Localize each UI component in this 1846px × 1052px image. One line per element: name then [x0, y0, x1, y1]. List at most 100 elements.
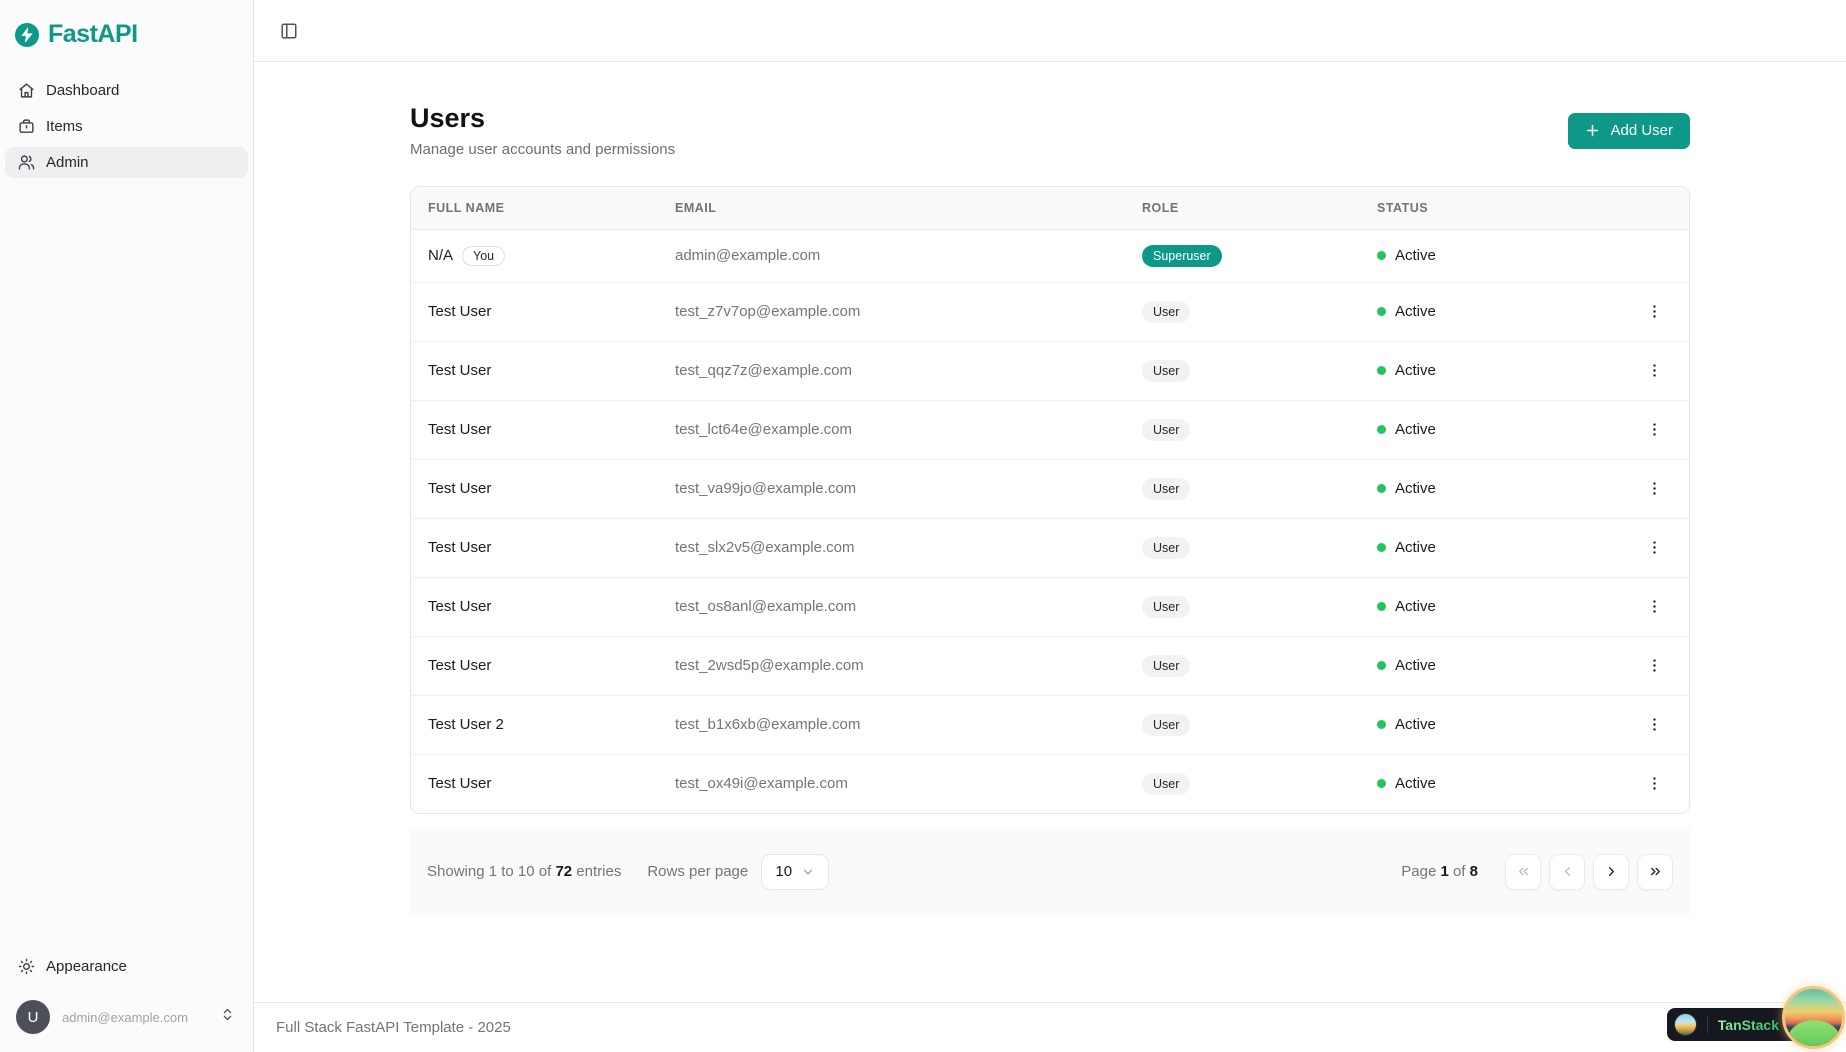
- table-row: Test User test_z7v7op@example.com User A…: [411, 282, 1689, 341]
- appearance-button[interactable]: Appearance: [5, 951, 248, 982]
- table-row: Test User test_va99jo@example.com User A…: [411, 459, 1689, 518]
- current-page: 1: [1440, 863, 1448, 880]
- users-icon: [18, 154, 35, 171]
- total-pages: 8: [1470, 863, 1478, 880]
- row-actions-button[interactable]: [1639, 710, 1669, 740]
- more-vertical-icon: [1646, 657, 1663, 674]
- chevrons-up-down-icon: [220, 1007, 235, 1027]
- more-vertical-icon: [1646, 539, 1663, 556]
- row-actions-button[interactable]: [1639, 415, 1669, 445]
- user-email: test_lct64e@example.com: [658, 400, 1125, 459]
- row-actions-button[interactable]: [1639, 533, 1669, 563]
- row-actions-button[interactable]: [1639, 651, 1669, 681]
- user-full-name: Test User: [428, 480, 491, 497]
- sun-icon: [18, 958, 35, 975]
- user-full-name: Test User: [428, 657, 491, 674]
- page-header: Users Manage user accounts and permissio…: [410, 103, 1690, 158]
- column-header-status: STATUS: [1360, 187, 1628, 229]
- user-full-name: N/A: [428, 247, 453, 264]
- avatar: U: [16, 1000, 50, 1034]
- home-icon: [18, 82, 35, 99]
- user-full-name: Test User 2: [428, 716, 504, 733]
- status-label: Active: [1395, 362, 1436, 379]
- total-entries-count: 72: [555, 863, 572, 880]
- more-vertical-icon: [1646, 716, 1663, 733]
- rows-per-page-select[interactable]: 10: [761, 854, 829, 890]
- status-dot-icon: [1377, 543, 1386, 552]
- user-menu-button[interactable]: U admin@example.com: [10, 996, 243, 1038]
- sidebar-item-items[interactable]: Items: [5, 111, 248, 142]
- role-badge: Superuser: [1142, 245, 1222, 267]
- user-email: test_os8anl@example.com: [658, 577, 1125, 636]
- sidebar-toggle-button[interactable]: [274, 16, 304, 46]
- role-badge: User: [1142, 655, 1190, 677]
- sidebar-item-label: Items: [46, 118, 83, 135]
- topbar: [254, 0, 1846, 62]
- brand-name: FastAPI: [48, 20, 138, 49]
- main-area: Users Manage user accounts and permissio…: [254, 0, 1846, 1052]
- tanstack-hill-icon: [1788, 1020, 1840, 1049]
- user-email: admin@example.com: [658, 229, 1125, 282]
- last-page-button[interactable]: [1637, 854, 1673, 890]
- user-email: test_va99jo@example.com: [658, 459, 1125, 518]
- table-row: Test User test_slx2v5@example.com User A…: [411, 518, 1689, 577]
- chevrons-right-icon: [1648, 864, 1663, 879]
- fastapi-bolt-icon: [15, 23, 39, 47]
- page-indicator: Page 1 of 8: [1401, 863, 1478, 880]
- sidebar-item-label: Dashboard: [46, 82, 119, 99]
- user-full-name: Test User: [428, 421, 491, 438]
- sidebar: FastAPI Dashboard Items Admin Appearance: [0, 0, 254, 1052]
- user-email: test_2wsd5p@example.com: [658, 636, 1125, 695]
- sidebar-item-dashboard[interactable]: Dashboard: [5, 75, 248, 106]
- user-email: test_ox49i@example.com: [658, 754, 1125, 813]
- status-dot-icon: [1377, 602, 1386, 611]
- user-email-label: admin@example.com: [62, 1010, 208, 1025]
- add-user-label: Add User: [1610, 122, 1673, 139]
- chevron-left-icon: [1560, 864, 1575, 879]
- page-scroll-area: Users Manage user accounts and permissio…: [254, 62, 1846, 1002]
- table-row: Test User 2 test_b1x6xb@example.com User…: [411, 695, 1689, 754]
- table-row: Test User test_2wsd5p@example.com User A…: [411, 636, 1689, 695]
- first-page-button[interactable]: [1505, 854, 1541, 890]
- showing-entries-label: Showing 1 to 10 of 72 entries: [427, 863, 621, 880]
- role-badge: User: [1142, 301, 1190, 323]
- page-subtitle: Manage user accounts and permissions: [410, 141, 675, 158]
- status-dot-icon: [1377, 661, 1386, 670]
- role-badge: User: [1142, 419, 1190, 441]
- column-header-email: EMAIL: [658, 187, 1125, 229]
- column-header-actions: [1628, 187, 1689, 229]
- row-actions-button[interactable]: [1639, 297, 1669, 327]
- sidebar-nav: Dashboard Items Admin: [0, 75, 253, 178]
- user-email: test_slx2v5@example.com: [658, 518, 1125, 577]
- sidebar-bottom: Appearance U admin@example.com: [0, 951, 253, 1038]
- table-row: Test User test_os8anl@example.com User A…: [411, 577, 1689, 636]
- row-actions-button[interactable]: [1639, 769, 1669, 799]
- sidebar-item-admin[interactable]: Admin: [5, 147, 248, 178]
- row-actions-button[interactable]: [1639, 356, 1669, 386]
- table-header-row: FULL NAME EMAIL ROLE STATUS: [411, 187, 1689, 229]
- user-full-name: Test User: [428, 539, 491, 556]
- status-dot-icon: [1377, 779, 1386, 788]
- panel-left-icon: [280, 22, 298, 40]
- more-vertical-icon: [1646, 775, 1663, 792]
- status-label: Active: [1395, 480, 1436, 497]
- row-actions-button[interactable]: [1639, 592, 1669, 622]
- status-label: Active: [1395, 598, 1436, 615]
- next-page-button[interactable]: [1593, 854, 1629, 890]
- row-actions-button[interactable]: [1639, 474, 1669, 504]
- tanstack-logo-icon: [1674, 1013, 1697, 1036]
- more-vertical-icon: [1646, 303, 1663, 320]
- more-vertical-icon: [1646, 362, 1663, 379]
- status-dot-icon: [1377, 720, 1386, 729]
- status-label: Active: [1395, 247, 1436, 264]
- chevron-down-icon: [801, 865, 815, 879]
- user-full-name: Test User: [428, 303, 491, 320]
- rows-per-page-label: Rows per page: [647, 863, 748, 880]
- users-table: FULL NAME EMAIL ROLE STATUS N/A You admi…: [411, 187, 1689, 813]
- role-badge: User: [1142, 773, 1190, 795]
- previous-page-button[interactable]: [1549, 854, 1585, 890]
- rows-per-page-value: 10: [775, 863, 792, 880]
- add-user-button[interactable]: Add User: [1568, 113, 1690, 149]
- tanstack-router-devtools-button[interactable]: [1782, 986, 1845, 1049]
- status-label: Active: [1395, 421, 1436, 438]
